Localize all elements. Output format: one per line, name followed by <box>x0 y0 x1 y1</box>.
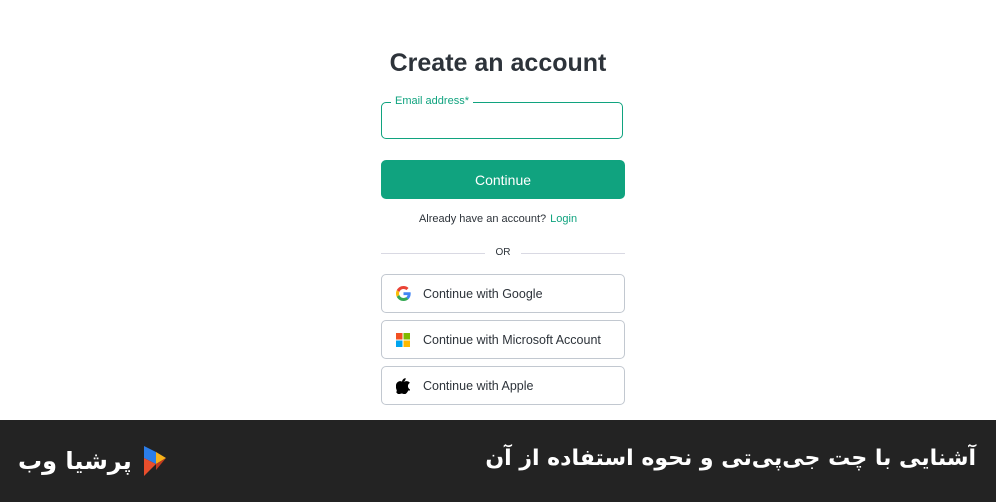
login-link[interactable]: Login <box>550 213 577 225</box>
brand: پرشیا وب <box>18 444 168 478</box>
continue-with-microsoft-button[interactable]: Continue with Microsoft Account <box>381 320 625 359</box>
continue-with-google-button[interactable]: Continue with Google <box>381 274 625 313</box>
footer-banner: پرشیا وب آشنایی با چت جی‌پی‌تی و نحوه اس… <box>0 420 996 502</box>
microsoft-icon <box>395 332 411 348</box>
email-field[interactable]: Email address* <box>381 95 623 139</box>
persiaweb-logo-icon <box>142 444 168 478</box>
continue-with-apple-button[interactable]: Continue with Apple <box>381 366 625 405</box>
page-title: Create an account <box>389 49 607 77</box>
login-prompt-text: Already have an account? <box>418 213 547 225</box>
divider-line-right <box>521 253 625 254</box>
or-divider: OR <box>381 247 625 258</box>
banner-title: آشنایی با چت جی‌پی‌تی و نحوه استفاده از … <box>485 446 976 471</box>
email-field-label: Email address* <box>391 95 473 108</box>
brand-name: پرشیا وب <box>18 447 132 475</box>
microsoft-button-label: Continue with Microsoft Account <box>423 332 601 347</box>
login-prompt: Already have an account? Login <box>0 213 996 225</box>
google-button-label: Continue with Google <box>423 286 543 301</box>
apple-button-label: Continue with Apple <box>423 378 534 393</box>
apple-icon <box>395 377 411 394</box>
google-icon <box>395 286 411 302</box>
email-input[interactable] <box>382 103 622 138</box>
continue-button[interactable]: Continue <box>381 160 625 199</box>
